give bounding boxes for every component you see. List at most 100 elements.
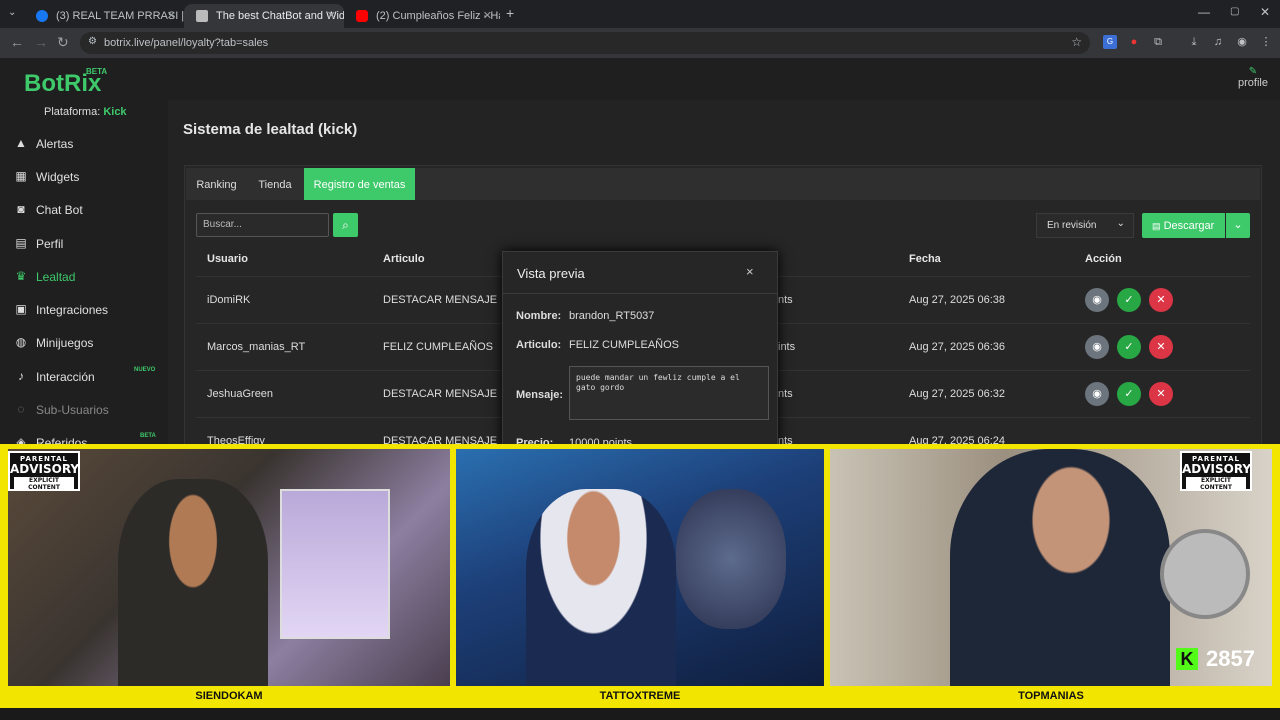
sidebar-item-label: Widgets <box>36 170 80 184</box>
id-card-icon: ▤ <box>15 236 27 250</box>
close-icon[interactable]: × <box>746 264 754 279</box>
search-button[interactable]: ⌕ <box>333 213 358 237</box>
viewer-count: 2857 <box>1206 646 1255 671</box>
extension-red-icon[interactable]: ● <box>1127 35 1141 49</box>
column-fecha[interactable]: Fecha <box>909 253 941 265</box>
profile-label: profile <box>1238 77 1268 89</box>
cell-usuario: JeshuaGreen <box>207 388 274 400</box>
close-tab-icon[interactable]: ✕ <box>483 9 492 22</box>
app-header <box>0 58 1280 100</box>
browser-tab-youtube[interactable]: (2) Cumpleaños Feliz - Happ ✕ <box>344 4 500 28</box>
users-icon: ◌ <box>17 402 25 416</box>
beta-badge: BETA <box>86 67 108 76</box>
sidebar-item-label: Alertas <box>36 137 74 151</box>
youtube-icon <box>356 10 368 22</box>
download-icon[interactable]: ⤓ <box>1187 35 1201 49</box>
sidebar-item-alertas[interactable]: ▲ Alertas <box>14 132 164 158</box>
os-taskbar <box>0 708 1280 720</box>
browser-tab-botrix[interactable]: The best ChatBot and Widgets ✕ <box>184 4 344 28</box>
mensaje-label: Mensaje: <box>516 389 564 401</box>
view-button[interactable]: ◉ <box>1085 382 1109 406</box>
view-button[interactable]: ◉ <box>1085 288 1109 312</box>
download-label: Descargar <box>1163 220 1215 232</box>
parental-advisory-badge: PARENTAL ADVISORY EXPLICIT CONTENT <box>8 451 80 491</box>
modal-title: Vista previa <box>517 266 585 281</box>
url-field[interactable]: ⚙ botrix.live/panel/loyalty?tab=sales ☆ <box>80 32 1090 54</box>
tab-title: (2) Cumpleaños Feliz - Happ <box>376 10 500 22</box>
menu-icon[interactable]: ⋮ <box>1259 35 1273 49</box>
close-tab-icon[interactable]: ✕ <box>167 9 176 22</box>
platform-label: Plataforma: <box>44 106 101 118</box>
approve-button[interactable]: ✓ <box>1117 382 1141 406</box>
search-icon: ⌕ <box>342 218 349 232</box>
cam-name-tattoxtreme: TATTOXTREME <box>599 690 681 702</box>
media-icon[interactable]: ♫ <box>1211 35 1225 49</box>
address-bar-row: ← → ↻ ⚙ botrix.live/panel/loyalty?tab=sa… <box>0 28 1280 58</box>
cell-points: nts <box>778 294 793 306</box>
platform-value: Kick <box>103 106 127 118</box>
person-image <box>118 479 268 686</box>
close-tab-icon[interactable]: ✕ <box>327 9 336 22</box>
account-icon[interactable]: ◉ <box>1235 35 1249 49</box>
sidebar-item-minijuegos[interactable]: ◍ Minijuegos <box>14 331 164 357</box>
close-window-icon[interactable]: ✕ <box>1260 5 1270 19</box>
cell-articulo: DESTACAR MENSAJE <box>383 388 498 400</box>
sidebar-item-label: Lealtad <box>36 270 76 284</box>
sidebar-item-chatbot[interactable]: ◙ Chat Bot <box>14 198 164 224</box>
reject-button[interactable]: ✕ <box>1149 335 1173 359</box>
sidebar-item-subusuarios[interactable]: ◌ Sub-Usuarios <box>14 398 164 424</box>
minimize-icon[interactable]: — <box>1198 5 1210 19</box>
approve-button[interactable]: ✓ <box>1117 335 1141 359</box>
cell-fecha: Aug 27, 2025 06:32 <box>909 388 1006 400</box>
view-button[interactable]: ◉ <box>1085 335 1109 359</box>
column-usuario[interactable]: Usuario <box>207 253 248 265</box>
sidebar-item-label: Minijuegos <box>36 336 94 350</box>
approve-button[interactable]: ✓ <box>1117 288 1141 312</box>
fan-image <box>1160 529 1250 619</box>
cell-fecha: Aug 27, 2025 06:36 <box>909 341 1006 353</box>
camera-tattoxtreme <box>456 449 824 686</box>
mensaje-textarea[interactable]: puede mandar un fewliz cumple a el gato … <box>569 366 769 420</box>
bookmark-star-icon[interactable]: ☆ <box>1071 35 1082 49</box>
tab-ranking[interactable]: Ranking <box>189 168 244 200</box>
music-icon: ♪ <box>18 369 24 383</box>
cam-name-topmanias: TOPMANIAS <box>1018 690 1084 702</box>
tab-list-icon[interactable]: ⌄ <box>8 7 16 18</box>
platform-indicator: Plataforma: Kick <box>44 106 127 118</box>
reload-icon[interactable]: ↻ <box>57 34 69 51</box>
cam-name-siendokam: SIENDOKAM <box>195 690 263 702</box>
sidebar-item-perfil[interactable]: ▤ Perfil <box>14 232 164 258</box>
new-tab-icon[interactable]: + <box>506 5 514 21</box>
search-input[interactable]: Buscar... <box>196 213 329 237</box>
person-image <box>526 489 676 686</box>
gamepad-icon: ◍ <box>15 335 27 349</box>
sidebar-item-label: Sub-Usuarios <box>36 403 109 417</box>
download-button[interactable]: ▤ Descargar <box>1142 213 1225 238</box>
tab-tienda[interactable]: Tienda <box>250 168 300 200</box>
sidebar-item-integraciones[interactable]: ▣ Integraciones <box>14 298 164 324</box>
sidebar-item-widgets[interactable]: ▦ Widgets <box>14 165 164 191</box>
sidebar-item-lealtad[interactable]: ♛ Lealtad <box>14 265 164 291</box>
column-articulo[interactable]: Articulo <box>383 253 425 265</box>
filter-value: En revisión <box>1047 220 1097 231</box>
reject-button[interactable]: ✕ <box>1149 382 1173 406</box>
person-image <box>950 449 1170 686</box>
reject-button[interactable]: ✕ <box>1149 288 1173 312</box>
browser-tab-facebook[interactable]: (3) REAL TEAM PRRASI | Facebo ✕ <box>24 4 184 28</box>
plush-image <box>676 489 786 629</box>
translate-icon[interactable]: G <box>1103 35 1117 49</box>
cell-articulo: FELIZ CUMPLEAÑOS <box>383 341 494 353</box>
forward-icon[interactable]: → <box>34 34 48 50</box>
status-filter-select[interactable]: En revisión ⌄ <box>1036 213 1134 238</box>
back-icon[interactable]: ← <box>10 34 24 50</box>
profile-link[interactable]: ✎ profile <box>1238 66 1268 89</box>
kick-icon: K <box>1176 648 1198 670</box>
extensions-icon[interactable]: ⧉ <box>1151 35 1165 49</box>
sidebar-item-label: Interacción <box>36 370 95 384</box>
site-info-icon[interactable]: ⚙ <box>88 36 97 47</box>
sidebar-item-label: Integraciones <box>36 303 109 317</box>
tab-registro-ventas[interactable]: Registro de ventas <box>304 168 415 200</box>
restore-icon[interactable]: ▢ <box>1230 6 1239 17</box>
beta-badge-referidos: BETA <box>140 433 156 439</box>
download-dropdown-button[interactable]: ⌄ <box>1226 213 1250 238</box>
